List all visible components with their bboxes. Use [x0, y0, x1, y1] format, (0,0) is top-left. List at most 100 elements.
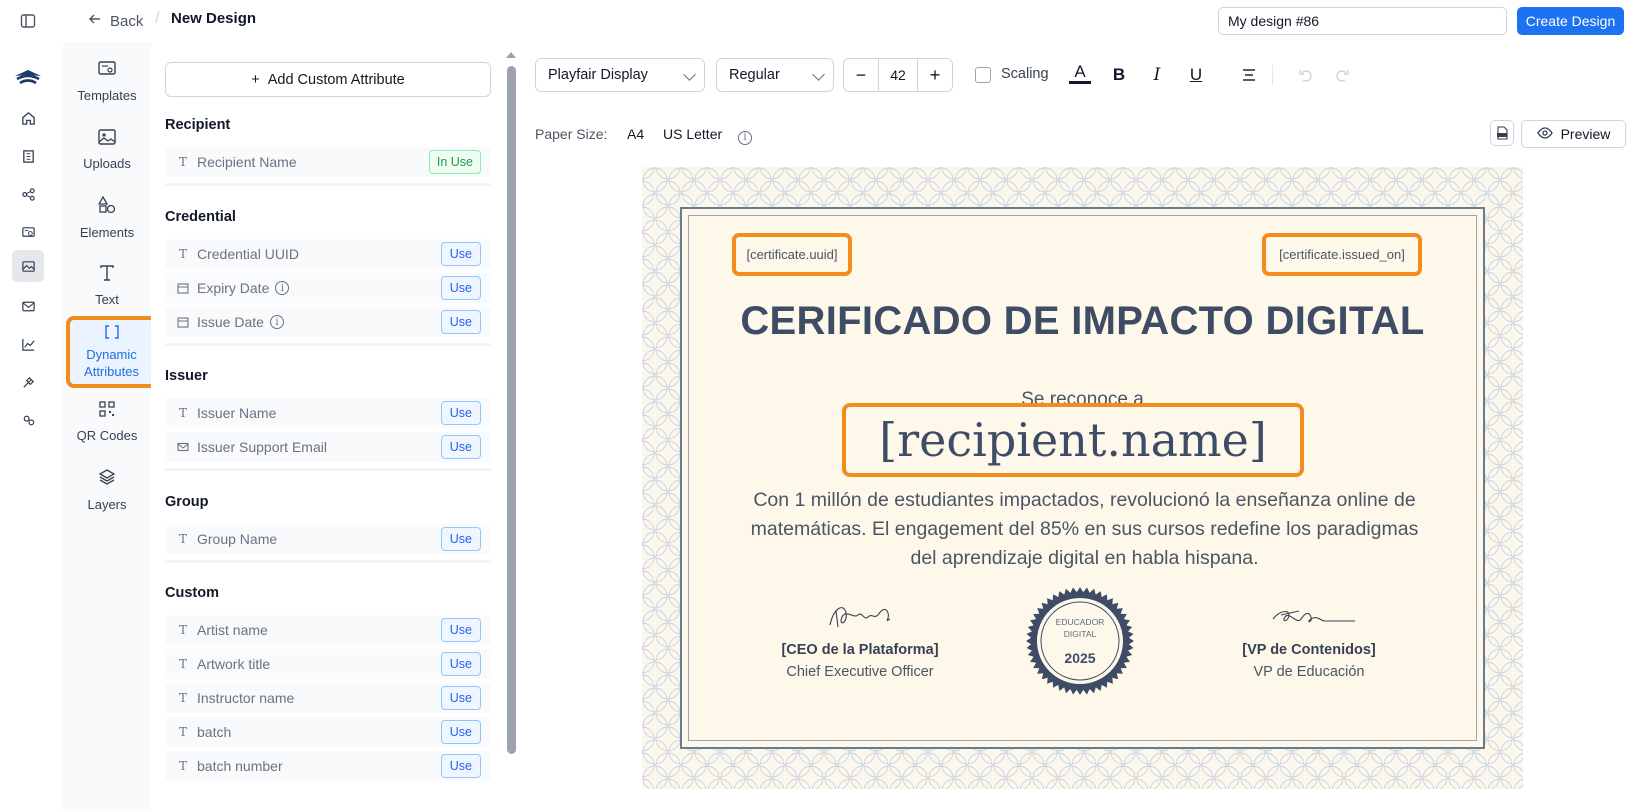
- font-weight-select[interactable]: Regular: [716, 58, 834, 92]
- use-button[interactable]: Use: [440, 276, 481, 300]
- align-icon[interactable]: [1238, 63, 1260, 87]
- text-type-icon: T: [178, 725, 187, 739]
- chevron-down-icon: [683, 68, 696, 81]
- layers-icon: [98, 468, 116, 490]
- text-color-button[interactable]: A: [1069, 62, 1091, 84]
- bold-button[interactable]: B: [1108, 63, 1130, 87]
- font-family-select[interactable]: Playfair Display: [535, 58, 705, 92]
- designs-image-icon[interactable]: [12, 250, 44, 282]
- preview-button[interactable]: Preview: [1521, 120, 1626, 148]
- attribute-label: Issuer Name: [197, 405, 277, 421]
- decrease-size-button[interactable]: −: [844, 59, 878, 91]
- add-custom-attribute-button[interactable]: + Add Custom Attribute: [165, 62, 491, 97]
- attribute-row: T Group Name Use: [165, 524, 491, 554]
- use-button[interactable]: Use: [440, 618, 481, 642]
- font-size-stepper: − 42 +: [843, 58, 953, 92]
- attributes-scrollbar[interactable]: [507, 66, 516, 754]
- sidebar-toggle-icon[interactable]: [18, 11, 38, 31]
- attribute-row: T Recipient Name In Use: [165, 147, 491, 177]
- back-button[interactable]: Back: [88, 9, 143, 33]
- use-button[interactable]: Use: [440, 720, 481, 744]
- issue-date-label: Issue Date: [197, 314, 264, 330]
- share-nodes-icon[interactable]: [18, 184, 38, 204]
- underline-button[interactable]: U: [1185, 63, 1207, 87]
- text-type-icon: T: [178, 247, 187, 261]
- mail-icon[interactable]: [18, 296, 38, 316]
- certificate-uuid-field[interactable]: [certificate.uuid]: [732, 233, 852, 276]
- tool-templates[interactable]: Templates: [63, 52, 151, 112]
- app-logo-icon: [13, 66, 43, 90]
- templates-icon: [98, 60, 116, 81]
- create-design-button[interactable]: Create Design: [1517, 7, 1624, 35]
- attribute-label: batch number: [197, 758, 283, 774]
- info-icon[interactable]: i: [275, 281, 290, 295]
- text-type-icon: T: [178, 406, 187, 420]
- analytics-icon[interactable]: [18, 334, 38, 354]
- tool-label: Dynamic Attributes: [84, 347, 139, 379]
- integrations-icon[interactable]: [18, 372, 38, 392]
- dynamic-attributes-panel: + Add Custom Attribute Recipient T Recip…: [151, 42, 505, 811]
- recipient-name-field[interactable]: [recipient.name]: [842, 403, 1304, 477]
- seal-icon: [1026, 587, 1134, 695]
- signer-right-name: [VP de Contenidos]: [1242, 642, 1376, 658]
- use-button[interactable]: Use: [440, 686, 481, 710]
- tool-label: Text: [95, 291, 119, 307]
- back-label: Back: [110, 12, 144, 30]
- scroll-up-arrow-icon[interactable]: [506, 52, 516, 58]
- use-button[interactable]: Use: [440, 652, 481, 676]
- certificate-issued-on-field[interactable]: [certificate.issued_on]: [1262, 233, 1422, 276]
- signature-left-icon: [829, 607, 891, 628]
- use-button[interactable]: Use: [440, 401, 481, 425]
- mail-type-icon: [173, 441, 193, 453]
- attribute-label: Issue Date i: [197, 314, 284, 330]
- tool-label: Uploads: [83, 155, 131, 171]
- tool-qr-codes[interactable]: QR Codes: [63, 392, 151, 452]
- add-attribute-label: Add Custom Attribute: [267, 71, 405, 88]
- paper-option-a4[interactable]: A4: [627, 126, 644, 142]
- tool-layers[interactable]: Layers: [63, 460, 151, 520]
- attribute-row: Expiry Date i Use: [165, 273, 491, 303]
- pdf-export-icon[interactable]: [1490, 120, 1514, 146]
- use-button[interactable]: Use: [440, 754, 481, 778]
- tool-text[interactable]: Text: [63, 256, 151, 316]
- attribute-label: Artist name: [197, 622, 268, 638]
- tool-uploads[interactable]: Uploads: [63, 120, 151, 180]
- tool-elements[interactable]: Elements: [63, 188, 151, 248]
- signature-left[interactable]: [CEO de la Plataforma] Chief Executive O…: [760, 597, 960, 680]
- certificate-canvas[interactable]: [certificate.uuid] [certificate.issued_o…: [642, 167, 1523, 789]
- font-size-value[interactable]: 42: [878, 59, 918, 91]
- team-icon[interactable]: [18, 410, 38, 430]
- qr-code-icon: [99, 400, 115, 421]
- expiry-date-label: Expiry Date: [197, 280, 270, 296]
- signer-right-role: VP de Educación: [1253, 664, 1365, 680]
- paper-option-us-letter[interactable]: US Letter: [663, 126, 722, 142]
- design-name-input[interactable]: [1218, 7, 1507, 35]
- certificate-title[interactable]: CERIFICADO DE IMPACTO DIGITAL: [682, 299, 1483, 344]
- certificate-body-text[interactable]: Con 1 millón de estudiantes impactados, …: [742, 486, 1427, 573]
- signature-right[interactable]: [VP de Contenidos] VP de Educación: [1209, 597, 1409, 680]
- scaling-checkbox[interactable]: [975, 67, 991, 83]
- info-icon[interactable]: i: [269, 315, 284, 329]
- seal-badge[interactable]: EDUCADOR DIGITAL 2025: [1025, 586, 1135, 696]
- preview-label: Preview: [1560, 126, 1611, 142]
- paper-info-icon[interactable]: i: [738, 127, 752, 145]
- text-toolbar: Playfair Display Regular − 42 + Scaling …: [525, 56, 1634, 94]
- text-type-icon: T: [178, 691, 187, 705]
- use-button[interactable]: Use: [440, 242, 481, 266]
- certificate-frame: [certificate.uuid] [certificate.issued_o…: [680, 207, 1485, 749]
- use-button[interactable]: Use: [440, 310, 481, 334]
- italic-button[interactable]: I: [1146, 63, 1168, 87]
- undo-icon[interactable]: [1295, 63, 1317, 87]
- use-button[interactable]: Use: [440, 527, 481, 551]
- use-button[interactable]: Use: [440, 435, 481, 459]
- home-icon[interactable]: [18, 108, 38, 128]
- building-icon[interactable]: [18, 146, 38, 166]
- tool-dynamic-attributes[interactable]: Dynamic Attributes: [66, 316, 157, 388]
- increase-size-button[interactable]: +: [918, 59, 952, 91]
- attribute-label: Issuer Support Email: [197, 439, 327, 455]
- certificate-icon[interactable]: [18, 222, 38, 242]
- redo-icon[interactable]: [1331, 63, 1353, 87]
- seal-line-1: EDUCADOR: [1055, 617, 1105, 627]
- attribute-row: T batch number Use: [165, 751, 491, 781]
- section-issuer: Issuer: [165, 368, 208, 384]
